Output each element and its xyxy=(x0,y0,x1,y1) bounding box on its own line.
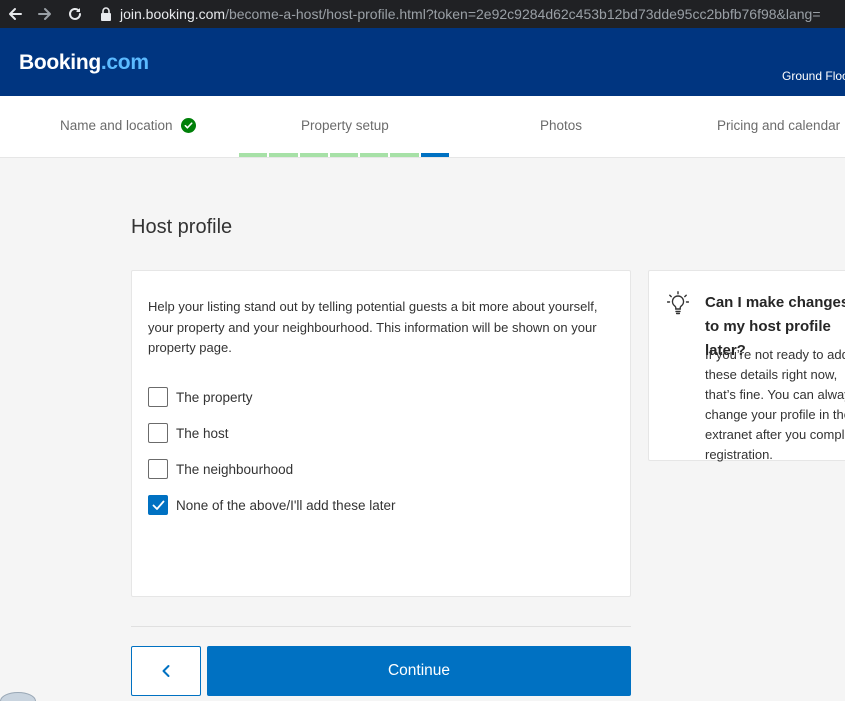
option-label: The property xyxy=(176,389,253,405)
step-pricing-and-calendar[interactable]: Pricing and calendar xyxy=(717,118,840,133)
lock-icon xyxy=(100,7,112,21)
site-header: Booking.com Ground Floo xyxy=(0,28,845,96)
step-label: Pricing and calendar xyxy=(717,118,841,133)
arrow-left-icon xyxy=(9,8,22,20)
checkbox-host[interactable] xyxy=(148,423,168,443)
logo-main: Booking xyxy=(19,51,101,74)
checkmark-icon xyxy=(152,500,164,510)
step-photos[interactable]: Photos xyxy=(540,118,582,133)
progress-segment xyxy=(239,153,268,157)
option-none-of-the-above[interactable]: None of the above/I'll add these later xyxy=(148,495,395,515)
progress-segment xyxy=(299,153,328,157)
registration-steps: Name and location Property setup Photos … xyxy=(0,96,845,158)
checkbox-neighbourhood[interactable] xyxy=(148,459,168,479)
browser-forward-button[interactable] xyxy=(30,0,60,28)
checkbox-property[interactable] xyxy=(148,387,168,407)
progress-segment xyxy=(269,153,298,157)
browser-back-button[interactable] xyxy=(0,0,30,28)
chevron-left-icon xyxy=(162,665,170,677)
progress-segment xyxy=(420,153,449,157)
browser-toolbar: join.booking.com/become-a-host/host-prof… xyxy=(0,0,845,28)
progress-segment xyxy=(360,153,389,157)
option-the-property[interactable]: The property xyxy=(148,387,253,407)
step-property-setup[interactable]: Property setup xyxy=(301,118,389,133)
address-bar[interactable]: join.booking.com/become-a-host/host-prof… xyxy=(100,2,845,26)
info-body: If you’re not ready to add these details… xyxy=(705,347,845,462)
divider xyxy=(131,626,631,627)
option-label: The host xyxy=(176,425,229,441)
intro-text: Help your listing stand out by telling p… xyxy=(148,299,598,355)
arrow-right-icon xyxy=(38,8,51,20)
host-profile-card: Help your listing stand out by telling p… xyxy=(131,270,631,597)
booking-logo[interactable]: Booking.com xyxy=(19,51,149,75)
lightbulb-icon xyxy=(666,291,690,320)
option-the-host[interactable]: The host xyxy=(148,423,229,443)
step-label: Property setup xyxy=(301,118,389,133)
page-title: Host profile xyxy=(131,216,233,238)
browser-reload-button[interactable] xyxy=(60,0,90,28)
step-label: Name and location xyxy=(60,118,173,133)
option-label: The neighbourhood xyxy=(176,461,294,477)
check-circle-icon xyxy=(180,118,196,133)
option-the-neighbourhood[interactable]: The neighbourhood xyxy=(148,459,293,479)
reload-icon xyxy=(69,7,81,20)
url-domain: join.booking.com xyxy=(120,6,226,22)
checkbox-none[interactable] xyxy=(148,495,168,515)
option-label: None of the above/I'll add these later xyxy=(176,497,396,513)
header-property-name[interactable]: Ground Floo xyxy=(782,69,845,83)
logo-suffix: .com xyxy=(100,51,149,74)
progress-segment xyxy=(329,153,359,157)
step-progress-bar xyxy=(239,153,449,157)
step-name-and-location[interactable]: Name and location xyxy=(60,118,196,133)
progress-segment xyxy=(390,153,419,157)
floating-widget[interactable] xyxy=(0,692,36,701)
back-button[interactable] xyxy=(131,646,201,696)
url-path: /become-a-host/host-profile.html?token=2… xyxy=(225,6,821,22)
info-card: Can I make changes to my host profile la… xyxy=(648,270,845,462)
step-label: Photos xyxy=(540,118,583,133)
continue-button[interactable]: Continue xyxy=(207,646,631,696)
